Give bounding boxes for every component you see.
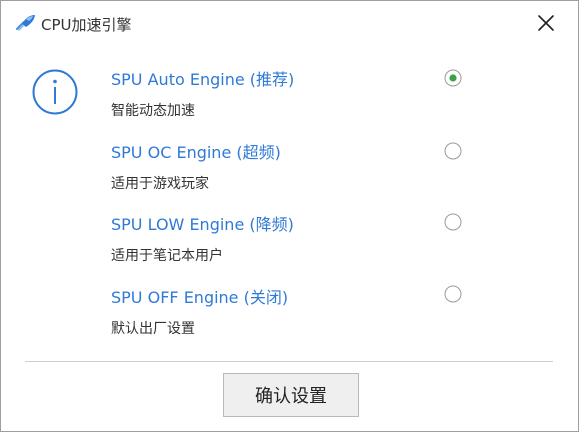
divider bbox=[25, 361, 553, 362]
rocket-icon bbox=[15, 13, 37, 31]
option-description: 适用于笔记本用户 bbox=[111, 248, 223, 264]
option-off-engine[interactable]: SPU OFF Engine (关闭) 默认出厂设置 bbox=[111, 284, 491, 340]
option-description: 智能动态加速 bbox=[111, 103, 195, 119]
option-description: 默认出厂设置 bbox=[111, 321, 195, 337]
close-button[interactable] bbox=[536, 13, 556, 33]
radio-auto-engine[interactable] bbox=[444, 69, 462, 87]
close-icon bbox=[538, 15, 554, 31]
option-title: SPU LOW Engine (降频) bbox=[111, 215, 294, 234]
option-title: SPU OC Engine (超频) bbox=[111, 143, 281, 162]
radio-off-engine[interactable] bbox=[444, 285, 462, 303]
option-description: 适用于游戏玩家 bbox=[111, 176, 209, 192]
radio-oc-engine[interactable] bbox=[444, 142, 462, 160]
title-bar: CPU加速引擎 bbox=[1, 1, 578, 45]
confirm-settings-button[interactable]: 确认设置 bbox=[223, 373, 359, 417]
option-low-engine[interactable]: SPU LOW Engine (降频) 适用于笔记本用户 bbox=[111, 211, 491, 267]
window-title: CPU加速引擎 bbox=[41, 16, 132, 34]
dialog-window: CPU加速引擎 SPU Auto Engine (推荐) 智能动态加速 SPU … bbox=[0, 0, 579, 432]
option-title: SPU Auto Engine (推荐) bbox=[111, 70, 295, 89]
option-oc-engine[interactable]: SPU OC Engine (超频) 适用于游戏玩家 bbox=[111, 139, 491, 195]
info-icon bbox=[31, 68, 79, 116]
radio-low-engine[interactable] bbox=[444, 213, 462, 231]
option-title: SPU OFF Engine (关闭) bbox=[111, 288, 289, 307]
option-auto-engine[interactable]: SPU Auto Engine (推荐) 智能动态加速 bbox=[111, 66, 491, 122]
